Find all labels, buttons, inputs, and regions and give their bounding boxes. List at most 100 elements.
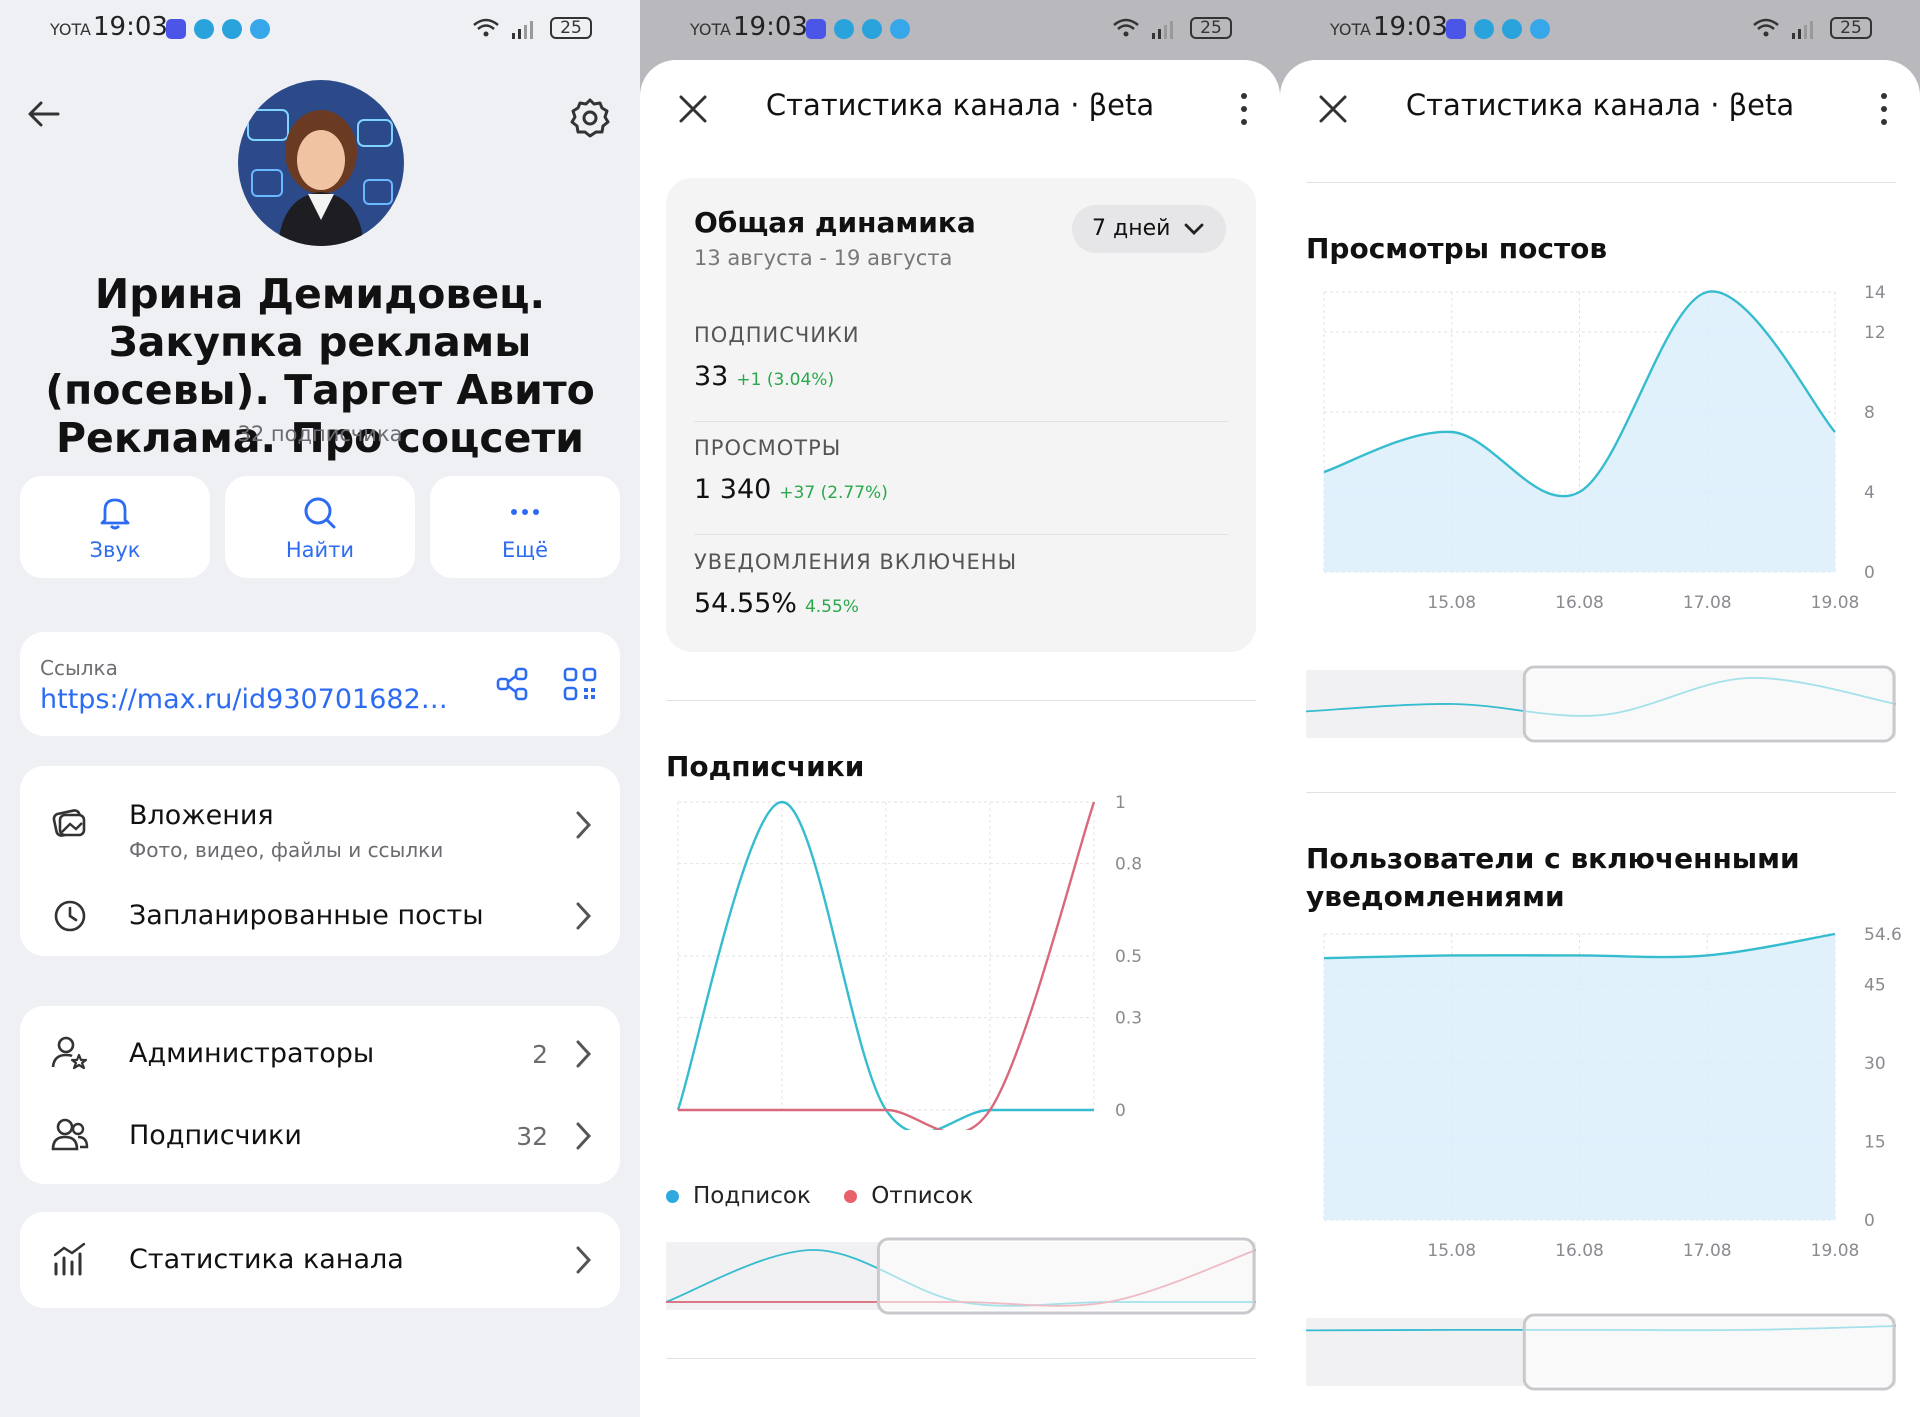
more-dots-icon	[511, 509, 539, 515]
metric-subscribers: ПОДПИСЧИКИ 33 +1 (3.04%)	[694, 323, 1228, 392]
y-tick-label: 30	[1864, 1054, 1886, 1074]
scheduled-posts-title: Запланированные посты	[129, 900, 484, 931]
browser-icon	[250, 18, 270, 39]
period-dropdown[interactable]: 7 дней	[1072, 205, 1226, 253]
subscribers-count: 32 подписчика	[237, 422, 403, 446]
channel-stats-row[interactable]: Статистика канала	[20, 1220, 620, 1300]
legend-dot	[666, 1190, 679, 1203]
y-tick-label: 15	[1864, 1132, 1886, 1152]
back-arrow-icon[interactable]	[26, 96, 62, 132]
navigator-window	[876, 1237, 1256, 1315]
chart-legend: Подписок Отписок	[666, 1183, 973, 1209]
scheduled-posts-row[interactable]: Запланированные посты	[20, 876, 620, 956]
members-card: Администраторы 2 Подписчики 32	[20, 1006, 620, 1184]
search-button[interactable]: Найти	[225, 476, 415, 578]
y-tick-label: 0	[1864, 563, 1875, 583]
x-tick-label: 15.08	[1427, 1241, 1476, 1261]
subscribers-range-navigator[interactable]	[666, 1236, 1256, 1316]
divider	[666, 700, 1256, 701]
subscribers-list-count: 32	[516, 1122, 548, 1151]
metric-delta: +37 (2.77%)	[779, 483, 888, 503]
metric-value: 1 340	[694, 474, 772, 505]
max-app-icon	[806, 18, 826, 39]
kebab-menu-icon[interactable]	[1878, 90, 1890, 128]
navigator-window	[1522, 665, 1896, 743]
divider	[666, 1358, 1256, 1359]
telegram-icon	[222, 18, 242, 39]
views-chart-title: Просмотры постов	[1306, 232, 1608, 265]
content-card: Вложения Фото, видео, файлы и ссылки Зап…	[20, 766, 620, 956]
qr-code-icon[interactable]	[562, 666, 598, 702]
legend-item-subscribed[interactable]: Подписок	[666, 1183, 811, 1209]
channel-link[interactable]: https://max.ru/id930701682004_biz	[40, 684, 460, 715]
clock: 19:03	[93, 12, 168, 42]
y-tick-label: 12	[1864, 323, 1886, 343]
subscribers-chart-title: Подписчики	[666, 750, 865, 783]
x-tick-label: 15.08	[1427, 593, 1476, 613]
y-tick-label: 8	[1864, 403, 1875, 423]
wifi-signal-icon	[1753, 18, 1813, 39]
navigator-window	[1522, 1313, 1896, 1391]
notification-icons	[1446, 18, 1558, 40]
telegram-icon	[1502, 18, 1522, 39]
y-tick-label: 1	[1115, 793, 1126, 813]
battery-icon: 25	[1190, 17, 1232, 39]
search-icon	[304, 497, 336, 529]
clock: 19:03	[1373, 12, 1448, 42]
more-button[interactable]: Ещё	[430, 476, 620, 578]
channel-profile-screen: YOTA 19:03 25 Ирина Демидовец. Закупка р…	[0, 0, 640, 1417]
stats-card: Статистика канала	[20, 1212, 620, 1308]
max-app-icon	[1446, 18, 1466, 39]
legend-label: Отписок	[871, 1183, 974, 1209]
notification-icons	[166, 18, 278, 40]
chevron-right-icon	[576, 811, 592, 839]
administrators-title: Администраторы	[129, 1038, 375, 1069]
legend-item-unsubscribed[interactable]: Отписок	[844, 1183, 973, 1209]
x-tick-label: 19.08	[1811, 1241, 1860, 1261]
chevron-down-icon	[1184, 223, 1204, 235]
carrier-label: YOTA	[690, 20, 731, 39]
bar-chart-icon	[53, 1242, 86, 1276]
wifi-signal-icon	[1113, 18, 1173, 39]
status-bar: YOTA 19:03 25	[0, 0, 640, 60]
status-bar: YOTA 19:03 25	[640, 0, 1280, 60]
y-tick-label: 0.5	[1115, 947, 1142, 967]
gear-icon[interactable]	[568, 96, 612, 140]
legend-dot	[844, 1190, 858, 1203]
share-icon[interactable]	[494, 666, 530, 702]
battery-icon: 25	[1830, 17, 1872, 39]
administrators-row[interactable]: Администраторы 2	[20, 1014, 620, 1094]
chevron-right-icon	[576, 1246, 592, 1274]
metric-name: ПРОСМОТРЫ	[694, 436, 842, 460]
sound-button[interactable]: Звук	[20, 476, 210, 578]
y-tick-label: 14	[1864, 283, 1886, 303]
attachments-row[interactable]: Вложения Фото, видео, файлы и ссылки	[20, 776, 620, 868]
date-range: 13 августа - 19 августа	[694, 246, 953, 270]
views-range-navigator[interactable]	[1306, 664, 1896, 744]
gallery-icon	[52, 809, 86, 837]
subscribers-row[interactable]: Подписчики 32	[20, 1096, 620, 1176]
browser-icon	[1530, 18, 1550, 39]
overview-card: Общая динамика 13 августа - 19 августа 7…	[666, 178, 1256, 652]
metric-views: ПРОСМОТРЫ 1 340 +37 (2.77%)	[694, 436, 1228, 505]
kebab-menu-icon[interactable]	[1238, 90, 1250, 128]
metric-name: ПОДПИСЧИКИ	[694, 323, 860, 347]
x-tick-label: 17.08	[1683, 593, 1732, 613]
chevron-right-icon	[576, 902, 592, 930]
wifi-signal-icon	[473, 18, 533, 39]
sheet-title: Статистика канала · βeta	[1405, 88, 1795, 122]
series-area	[1324, 934, 1835, 1220]
notifications-range-navigator[interactable]	[1306, 1312, 1896, 1392]
y-tick-label: 45	[1864, 975, 1886, 995]
metric-delta: 4.55%	[804, 597, 859, 617]
stats-sheet: Статистика канала · βeta Общая динамика …	[640, 60, 1280, 1417]
divider	[694, 421, 1228, 422]
divider	[694, 534, 1228, 535]
x-tick-label: 17.08	[1683, 1241, 1732, 1261]
search-label: Найти	[285, 538, 355, 562]
y-tick-label: 4	[1864, 483, 1875, 503]
metric-name: УВЕДОМЛЕНИЯ ВКЛЮЧЕНЫ	[694, 550, 1018, 574]
stats-sheet: Статистика канала · βeta Просмотры посто…	[1280, 60, 1920, 1417]
sound-label: Звук	[89, 538, 141, 562]
clock-icon	[54, 900, 86, 932]
